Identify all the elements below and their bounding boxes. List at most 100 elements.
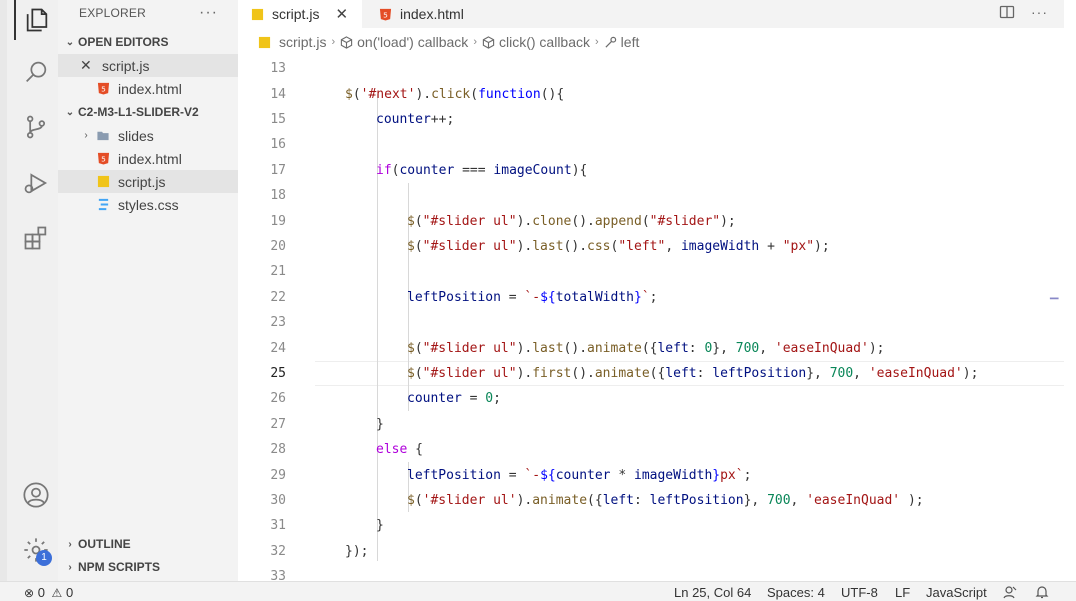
js-file-icon: [250, 7, 264, 21]
code-line: 25 $("#slider ul").first().animate({left:…: [238, 361, 1064, 386]
wrench-icon: [604, 36, 617, 49]
file-label: styles.css: [118, 196, 179, 213]
cube-icon: [482, 35, 495, 49]
encoding[interactable]: UTF-8: [841, 585, 878, 600]
explorer-sidebar: EXPLORER ··· ⌄ OPEN EDITORS ✕ script.js …: [58, 0, 238, 581]
split-editor-icon[interactable]: [999, 4, 1015, 23]
code-line: 24 $("#slider ul").last().animate({left: …: [238, 335, 1064, 360]
explorer-icon[interactable]: [14, 0, 58, 40]
code-editor[interactable]: 13 14 $('#next').click(function(){ 15 coun…: [238, 56, 1064, 581]
code-line: 33: [238, 564, 1064, 581]
open-editor-item-script-js[interactable]: ✕ script.js: [58, 54, 238, 77]
explorer-header: EXPLORER ···: [58, 0, 238, 26]
account-icon[interactable]: [14, 475, 58, 515]
notifications-bell-icon[interactable]: [1035, 585, 1049, 601]
folder-title: C2-M3-L1-SLIDER-V2: [78, 105, 199, 119]
feedback-icon[interactable]: [1003, 585, 1017, 601]
file-item-styles-css[interactable]: styles.css: [58, 193, 238, 216]
open-editor-label: index.html: [118, 80, 182, 97]
code-line: 21: [238, 259, 1064, 284]
editor-actions: ···: [999, 4, 1048, 23]
line-number: 14: [270, 86, 286, 102]
svg-text:5: 5: [383, 10, 388, 19]
breadcrumb-item-left[interactable]: left: [621, 34, 640, 50]
chevron-down-icon: ⌄: [65, 106, 75, 118]
file-label: index.html: [118, 150, 182, 167]
close-icon[interactable]: ✕: [335, 5, 348, 23]
code-line: 32});: [238, 539, 1064, 564]
source-control-icon[interactable]: [14, 107, 58, 147]
code-line: 20 $("#slider ul").last().css("left", ima…: [238, 234, 1064, 259]
code-line: 28 else {: [238, 437, 1064, 462]
line-number: 22: [270, 289, 286, 305]
line-number: 31: [270, 518, 286, 534]
outline-title: OUTLINE: [78, 537, 131, 551]
line-number: 20: [270, 238, 286, 254]
more-actions-icon[interactable]: ···: [199, 4, 218, 22]
error-icon: ⊗: [24, 586, 35, 600]
minimap-marker-icon: ▔: [1050, 299, 1059, 311]
code-line: 31}: [238, 513, 1064, 538]
open-editors-section[interactable]: ⌄ OPEN EDITORS: [58, 31, 238, 53]
svg-text:5: 5: [101, 154, 106, 163]
run-debug-icon[interactable]: [14, 163, 58, 203]
folder-item-slides[interactable]: › slides: [58, 124, 238, 147]
html-file-icon: 5: [378, 7, 392, 21]
chevron-right-icon: ›: [68, 561, 72, 573]
breadcrumb-item-load-callback[interactable]: on('load') callback: [357, 34, 468, 50]
line-number: 26: [270, 391, 286, 407]
more-actions-icon[interactable]: ···: [1031, 4, 1048, 23]
line-number: 13: [270, 61, 286, 77]
open-editor-label: script.js: [102, 57, 150, 74]
js-file-icon: [96, 175, 110, 189]
indentation[interactable]: Spaces: 4: [767, 585, 825, 600]
tab-label: index.html: [400, 6, 464, 22]
code-line: 22 leftPosition = `-${totalWidth}`;: [238, 285, 1064, 310]
activity-bar: 1: [0, 0, 58, 581]
svg-text:5: 5: [101, 84, 106, 93]
line-number: 33: [270, 569, 286, 581]
extensions-icon[interactable]: [14, 218, 58, 258]
code-line: 18: [238, 183, 1064, 208]
code-line: 15 counter++;: [238, 107, 1064, 132]
code-line: 17 if(counter === imageCount){: [238, 158, 1064, 183]
tab-index-html[interactable]: 5 index.html: [366, 0, 496, 28]
status-bar: ⊗ 0 ⚠ 0 Ln 25, Col 64 Spaces: 4 UTF-8 LF…: [0, 581, 1076, 601]
problems-indicator[interactable]: ⊗ 0 ⚠ 0: [24, 585, 73, 600]
line-number: 25: [270, 365, 286, 381]
tab-script-js[interactable]: script.js ✕: [238, 0, 362, 28]
error-count: 0: [37, 585, 45, 600]
file-label: slides: [118, 127, 154, 144]
language-mode[interactable]: JavaScript: [926, 585, 987, 600]
chevron-right-icon: ›: [84, 130, 88, 141]
open-editor-item-index-html[interactable]: 5 index.html: [58, 77, 238, 100]
line-number: 19: [270, 213, 286, 229]
cursor-position[interactable]: Ln 25, Col 64: [674, 585, 751, 600]
file-item-index-html[interactable]: 5 index.html: [58, 147, 238, 170]
npm-scripts-title: NPM SCRIPTS: [78, 560, 161, 574]
outline-section[interactable]: › OUTLINE: [58, 533, 238, 555]
css-file-icon: [96, 198, 110, 212]
breadcrumb-item-click-callback[interactable]: click() callback: [499, 34, 590, 50]
folder-section[interactable]: ⌄ C2-M3-L1-SLIDER-V2: [58, 101, 238, 123]
line-number: 17: [270, 162, 286, 178]
breadcrumb: script.js › on('load') callback › click(…: [238, 28, 1064, 56]
line-number: 32: [270, 543, 286, 559]
search-icon[interactable]: [14, 52, 58, 92]
explorer-title: EXPLORER: [79, 6, 146, 20]
cube-icon: [340, 35, 353, 49]
code-line: 30 $('#slider ul').animate({left: leftPos…: [238, 488, 1064, 513]
line-number: 15: [270, 111, 286, 127]
breadcrumb-item-file[interactable]: script.js: [279, 34, 326, 50]
chevron-right-icon: ›: [595, 36, 599, 48]
npm-scripts-section[interactable]: › NPM SCRIPTS: [58, 556, 238, 578]
html-file-icon: 5: [96, 152, 110, 166]
line-ending[interactable]: LF: [895, 585, 910, 600]
line-number: 16: [270, 137, 286, 153]
line-number: 29: [270, 467, 286, 483]
settings-gear-icon[interactable]: 1: [14, 530, 58, 570]
file-item-script-js[interactable]: script.js: [58, 170, 238, 193]
tab-label: script.js: [272, 6, 320, 22]
code-line: 13: [238, 56, 1064, 81]
close-icon[interactable]: ✕: [80, 57, 94, 74]
